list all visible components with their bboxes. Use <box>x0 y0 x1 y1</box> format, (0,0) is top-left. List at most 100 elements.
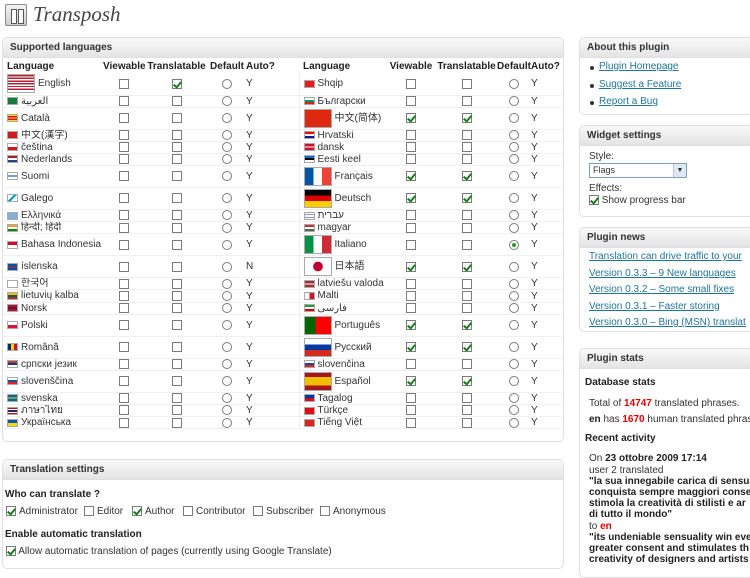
translatable-checkbox[interactable] <box>171 130 182 141</box>
default-radio[interactable] <box>222 278 232 289</box>
default-radio[interactable] <box>509 210 519 221</box>
default-radio[interactable] <box>509 239 519 250</box>
viewable-checkbox[interactable] <box>406 359 416 370</box>
viewable-checkbox[interactable] <box>406 405 416 416</box>
default-radio[interactable] <box>509 303 519 314</box>
default-radio[interactable] <box>509 320 519 331</box>
default-radio[interactable] <box>222 376 232 387</box>
role-option[interactable]: Author <box>132 506 174 517</box>
default-radio[interactable] <box>509 154 519 165</box>
viewable-checkbox[interactable] <box>406 261 416 272</box>
viewable-checkbox[interactable] <box>406 342 416 353</box>
translatable-checkbox[interactable] <box>461 95 472 106</box>
translatable-checkbox[interactable] <box>461 405 472 416</box>
auto-translation-option[interactable]: Allow automatic translation of pages (cu… <box>6 546 332 557</box>
default-radio[interactable] <box>222 222 232 233</box>
viewable-checkbox[interactable] <box>406 278 416 289</box>
translatable-checkbox[interactable] <box>171 376 182 387</box>
translatable-checkbox[interactable] <box>461 320 472 331</box>
default-radio[interactable] <box>509 78 519 89</box>
news-item[interactable]: Version 0.3.0 – Bing (MSN) translat <box>589 317 746 328</box>
default-radio[interactable] <box>222 342 232 353</box>
default-radio[interactable] <box>509 359 519 370</box>
role-option[interactable]: Subscriber <box>253 506 314 517</box>
translatable-checkbox[interactable] <box>461 359 472 370</box>
translatable-checkbox[interactable] <box>171 154 182 165</box>
news-item[interactable]: Version 0.3.3 – 9 New languages <box>589 268 736 279</box>
viewable-checkbox[interactable] <box>119 154 129 165</box>
viewable-checkbox[interactable] <box>119 290 129 301</box>
translatable-checkbox[interactable] <box>171 393 182 404</box>
default-radio[interactable] <box>222 261 232 272</box>
viewable-checkbox[interactable] <box>119 95 129 106</box>
viewable-checkbox[interactable] <box>119 303 129 314</box>
translatable-checkbox[interactable] <box>461 78 472 89</box>
translatable-checkbox[interactable] <box>461 222 472 233</box>
viewable-checkbox[interactable] <box>406 303 416 314</box>
viewable-checkbox[interactable] <box>406 95 416 106</box>
report-bug-link[interactable]: Report a Bug <box>599 96 658 107</box>
news-item[interactable]: Version 0.3.2 – Some small fixes <box>589 284 734 295</box>
role-option[interactable]: Editor <box>84 506 123 517</box>
default-radio[interactable] <box>509 342 519 353</box>
translatable-checkbox[interactable] <box>461 142 472 153</box>
viewable-checkbox[interactable] <box>406 171 416 182</box>
translatable-checkbox[interactable] <box>461 130 472 141</box>
viewable-checkbox[interactable] <box>119 239 129 250</box>
translatable-checkbox[interactable] <box>461 303 472 314</box>
default-radio[interactable] <box>509 95 519 106</box>
viewable-checkbox[interactable] <box>406 154 416 165</box>
translatable-checkbox[interactable] <box>171 261 182 272</box>
news-item[interactable]: Version 0.3.1 – Faster storing <box>589 301 720 312</box>
viewable-checkbox[interactable] <box>406 78 416 89</box>
translatable-checkbox[interactable] <box>171 320 182 331</box>
default-radio[interactable] <box>222 303 232 314</box>
default-radio[interactable] <box>222 78 232 89</box>
default-radio[interactable] <box>222 359 232 370</box>
translatable-checkbox[interactable] <box>171 417 182 428</box>
role-checkbox[interactable] <box>84 506 94 517</box>
viewable-checkbox[interactable] <box>406 193 416 204</box>
translatable-checkbox[interactable] <box>171 222 182 233</box>
viewable-checkbox[interactable] <box>406 320 416 331</box>
default-radio[interactable] <box>509 290 519 301</box>
default-radio[interactable] <box>222 95 232 106</box>
viewable-checkbox[interactable] <box>406 239 416 250</box>
translatable-checkbox[interactable] <box>171 278 182 289</box>
default-radio[interactable] <box>222 210 232 221</box>
viewable-checkbox[interactable] <box>119 405 129 416</box>
role-option[interactable]: Administrator <box>6 506 78 517</box>
translatable-checkbox[interactable] <box>461 342 472 353</box>
viewable-checkbox[interactable] <box>406 393 416 404</box>
translatable-checkbox[interactable] <box>461 278 472 289</box>
translatable-checkbox[interactable] <box>171 113 182 123</box>
viewable-checkbox[interactable] <box>119 261 129 272</box>
viewable-checkbox[interactable] <box>119 171 129 182</box>
default-radio[interactable] <box>509 193 519 204</box>
viewable-checkbox[interactable] <box>119 193 129 204</box>
translatable-checkbox[interactable] <box>461 417 472 428</box>
role-checkbox[interactable] <box>183 506 193 517</box>
default-radio[interactable] <box>222 154 232 165</box>
viewable-checkbox[interactable] <box>119 320 129 331</box>
viewable-checkbox[interactable] <box>119 113 129 123</box>
default-radio[interactable] <box>222 113 232 123</box>
translatable-checkbox[interactable] <box>171 359 182 370</box>
viewable-checkbox[interactable] <box>119 78 129 89</box>
default-radio[interactable] <box>509 130 519 141</box>
default-radio[interactable] <box>222 290 232 301</box>
default-radio[interactable] <box>222 171 232 182</box>
viewable-checkbox[interactable] <box>119 342 129 353</box>
viewable-checkbox[interactable] <box>406 113 416 123</box>
role-option[interactable]: Anonymous <box>320 506 386 517</box>
translatable-checkbox[interactable] <box>171 193 182 204</box>
default-radio[interactable] <box>509 405 519 416</box>
viewable-checkbox[interactable] <box>119 210 129 221</box>
translatable-checkbox[interactable] <box>461 154 472 165</box>
role-option[interactable]: Contributor <box>183 506 245 517</box>
default-radio[interactable] <box>222 193 232 204</box>
viewable-checkbox[interactable] <box>119 222 129 233</box>
translatable-checkbox[interactable] <box>171 303 182 314</box>
default-radio[interactable] <box>509 393 519 404</box>
style-select[interactable]: Flags ▼ <box>589 163 687 178</box>
